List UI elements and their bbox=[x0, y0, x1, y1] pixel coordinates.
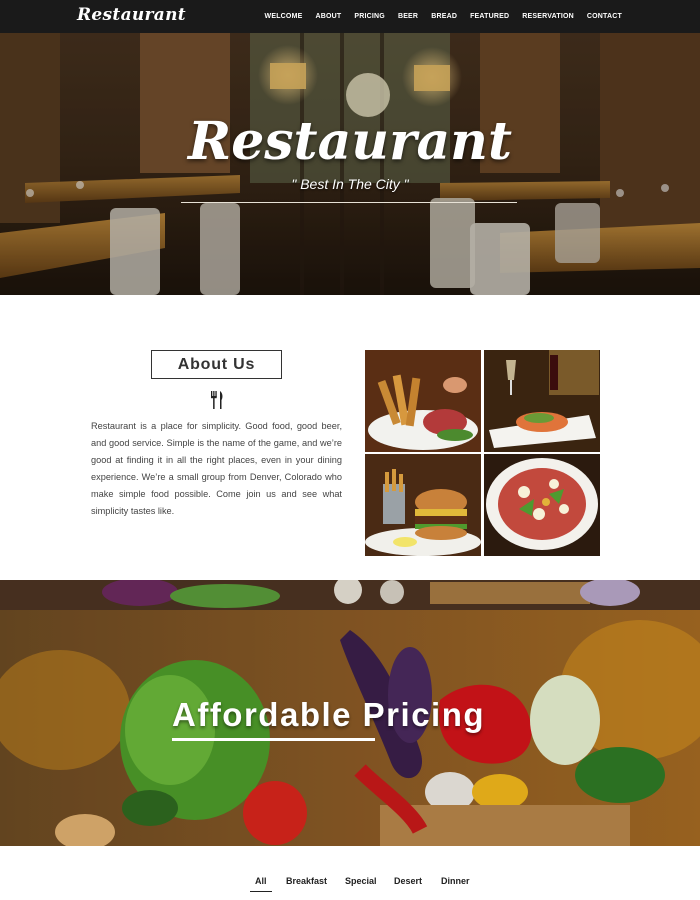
hero-divider bbox=[181, 202, 517, 203]
site-logo[interactable]: Restaurant bbox=[77, 5, 186, 25]
tab-special[interactable]: Special bbox=[345, 876, 377, 886]
hero-subtitle: " Best In The City " bbox=[291, 176, 409, 192]
nav-link-about[interactable]: ABOUT bbox=[315, 13, 341, 20]
nav-link-pricing[interactable]: PRICING bbox=[354, 13, 385, 20]
gallery-image-burger[interactable] bbox=[365, 454, 481, 556]
nav-link-contact[interactable]: CONTACT bbox=[587, 13, 622, 20]
nav-link-bread[interactable]: BREAD bbox=[431, 13, 457, 20]
about-heading: About Us bbox=[151, 350, 282, 379]
tab-desert[interactable]: Desert bbox=[394, 876, 422, 886]
pricing-underline bbox=[172, 738, 375, 741]
tab-breakfast[interactable]: Breakfast bbox=[286, 876, 327, 886]
nav-link-featured[interactable]: FEATURED bbox=[470, 13, 509, 20]
food-gallery bbox=[365, 350, 600, 556]
about-description: Restaurant is a place for simplicity. Go… bbox=[91, 421, 342, 516]
nav-link-beer[interactable]: BEER bbox=[398, 13, 418, 20]
gallery-image-carpaccio[interactable] bbox=[484, 454, 600, 556]
tab-dinner[interactable]: Dinner bbox=[441, 876, 470, 886]
tab-all[interactable]: All bbox=[255, 876, 267, 886]
active-tab-indicator bbox=[250, 891, 272, 892]
main-menu: WELCOME ABOUT PRICING BEER BREAD FEATURE… bbox=[252, 0, 622, 33]
pricing-title: Affordable Pricing bbox=[172, 696, 486, 733]
nav-link-welcome[interactable]: WELCOME bbox=[265, 13, 303, 20]
nav-link-reservation[interactable]: RESERVATION bbox=[522, 13, 574, 20]
fork-knife-icon bbox=[211, 391, 223, 409]
menu-filter-tabs: All Breakfast Special Desert Dinner bbox=[0, 876, 700, 896]
top-navbar: Restaurant WELCOME ABOUT PRICING BEER BR… bbox=[0, 0, 700, 33]
hero-title: Restaurant bbox=[187, 111, 512, 172]
gallery-image-fries-steak[interactable] bbox=[365, 350, 481, 452]
gallery-image-salmon-wine[interactable] bbox=[484, 350, 600, 452]
hero-banner: Restaurant " Best In The City " bbox=[0, 33, 700, 295]
